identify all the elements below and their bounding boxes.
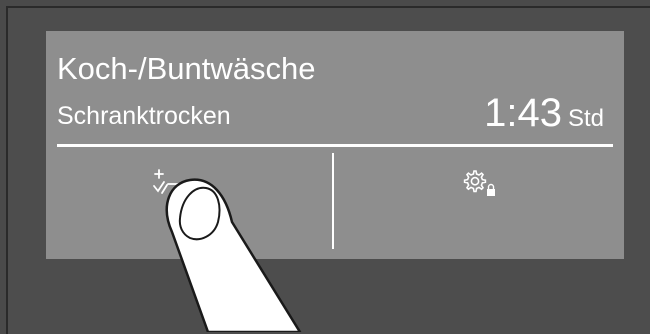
- remaining-time: 1:43 Std: [484, 91, 604, 136]
- display-screen: Koch-/Buntwäsche Schranktrocken 1:43 Std: [46, 31, 624, 259]
- options-checklist-icon: [150, 167, 190, 206]
- settings-gear-lock-icon: [462, 169, 498, 204]
- options-button[interactable]: [46, 147, 332, 259]
- settings-button[interactable]: [334, 147, 624, 259]
- time-value: 1:43: [484, 91, 562, 135]
- sub-program-label: Schranktrocken: [57, 102, 231, 130]
- time-unit: Std: [567, 105, 604, 132]
- program-title: Koch-/Buntwäsche: [57, 51, 316, 86]
